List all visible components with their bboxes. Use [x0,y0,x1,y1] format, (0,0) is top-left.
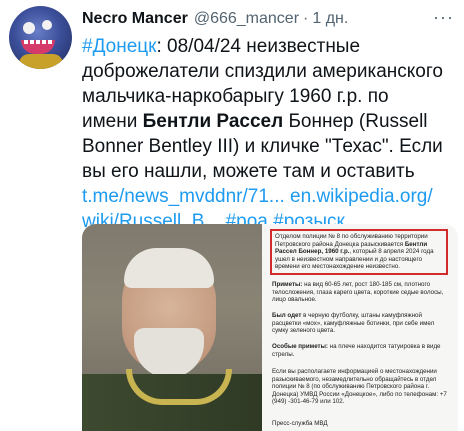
notice-highlight-box: Отделом полиции № 8 по обслуживанию терр… [270,229,448,275]
timestamp[interactable]: 1 дн. [312,10,348,28]
display-name[interactable]: Necro Mancer [82,10,188,28]
tweet-text-segment: имени [82,111,143,132]
tweet-text: #Донецк: 08/04/24 неизвестные доброжелат… [82,34,460,234]
tweet-header: Necro Mancer @666_mancer · 1 дн. ··· [82,7,454,30]
wanted-notice[interactable]: Отделом полиции № 8 по обслуживанию терр… [262,224,458,431]
tweet-line-5: Bonner Bentley III) и кличке "Техас". Ес… [82,136,443,157]
notice-footer: Пресс-служба МВД [272,420,328,427]
tweet-text-segment: Боннер (Russell [283,111,428,132]
avatar-shirt [19,54,63,69]
notice-signs-label: Приметы: [272,281,303,288]
notice-contact: Если вы располагаете информацией о место… [272,368,447,406]
avatar-eye [42,20,52,30]
telegram-link[interactable]: t.me/news_mvddnr/71... [82,186,285,207]
tweet-line-2: доброжелатели спиздили американского [82,61,443,82]
notice-clothing-label: Был одет [272,312,302,319]
avatar-eye [23,22,35,34]
tweet-bold-name: Бентли Рассел [142,111,284,132]
missing-person-photo[interactable] [82,224,262,431]
notice-special-label: Особые приметы: [272,343,328,350]
notice-special-signs: Особые приметы: на плече находится татуи… [272,343,448,358]
tweet-line-3: мальчика-наркобарыгу 1960 г.р. по [82,86,389,107]
notice-signs: Приметы: на вид 60-65 лет, рост 180-185 … [272,281,448,304]
photo-hair [124,248,214,288]
tweet-line-7: t.me/news_mvddnr/71... en.wikipedia.org/ [82,184,460,209]
avatar-teeth [24,40,52,44]
more-options-icon[interactable]: ··· [433,7,454,28]
separator: · [303,10,309,27]
tweet-line-1: #Донецк: 08/04/24 неизвестные [82,34,460,59]
tweet-media[interactable]: Отделом полиции № 8 по обслуживанию терр… [82,224,458,431]
avatar[interactable] [9,6,72,69]
tweet-line-6: вы его нашли, можете там и оставить [82,161,415,182]
hashtag-donetsk[interactable]: #Донецк [82,36,156,57]
user-handle[interactable]: @666_mancer [194,10,299,28]
tweet-text-segment: : 08/04/24 неизвестные [156,36,361,57]
tweet-line-4: имени Бентли Рассел Боннер (Russell [82,109,460,134]
wikipedia-link[interactable]: en.wikipedia.org/ [290,186,433,207]
notice-clothing: Был одет в черную футболку, штаны камуфл… [272,312,448,335]
